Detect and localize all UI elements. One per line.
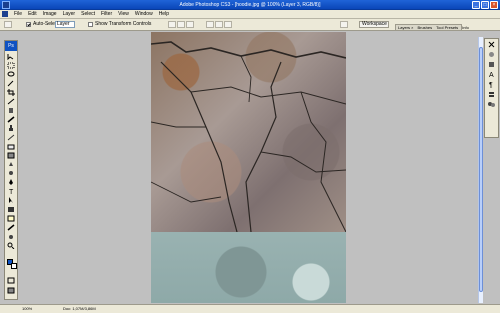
blur-tool-icon[interactable] xyxy=(5,161,17,169)
notes-tool-icon[interactable] xyxy=(5,215,17,223)
auto-select-dropdown[interactable]: Layer xyxy=(55,21,75,28)
background-color-swatch[interactable] xyxy=(11,263,17,269)
healing-brush-tool-icon[interactable] xyxy=(5,107,17,115)
path-selection-tool-icon[interactable] xyxy=(5,197,17,205)
tab-brushes[interactable]: Brushes xyxy=(415,25,434,30)
hand-tool-icon[interactable] xyxy=(5,233,17,241)
eyedropper-tool-icon[interactable] xyxy=(5,224,17,232)
eraser-tool-icon[interactable] xyxy=(5,143,17,151)
toolbox: Ps T xyxy=(4,40,18,300)
layers-panel-icon[interactable] xyxy=(485,90,498,99)
brush-tool-icon[interactable] xyxy=(5,116,17,124)
maximize-button[interactable]: □ xyxy=(481,1,489,9)
crack-lines xyxy=(151,41,346,233)
menu-window[interactable]: Window xyxy=(132,11,156,17)
title-bar: Adobe Photoshop CS3 - [hoodie.jpg @ 100%… xyxy=(0,0,500,10)
menu-image[interactable]: Image xyxy=(40,11,60,17)
app-menu-icon[interactable] xyxy=(2,11,8,17)
collapsed-panel-dock: A ¶ xyxy=(484,38,499,138)
cracked-texture-layer xyxy=(151,32,346,233)
tab-layers[interactable]: Layers × xyxy=(396,25,415,30)
document-size: Doc: 1,07M/3,86M xyxy=(63,306,96,311)
menu-filter[interactable]: Filter xyxy=(98,11,115,17)
gradient-tool-icon[interactable] xyxy=(5,152,17,160)
ps-badge-icon: Ps xyxy=(5,41,17,51)
window-controls: _ □ × xyxy=(472,1,498,9)
auto-select-checkbox[interactable] xyxy=(26,22,31,27)
menu-view[interactable]: View xyxy=(115,11,132,17)
scrollbar-thumb[interactable] xyxy=(479,47,483,292)
vertical-scrollbar[interactable] xyxy=(478,37,483,303)
tab-tool-presets[interactable]: Tool Presets xyxy=(434,25,460,30)
palette-well: Layers × Brushes Tool Presets Info xyxy=(395,24,469,31)
align-center-icon[interactable] xyxy=(215,21,223,28)
align-bottom-icon[interactable] xyxy=(186,21,194,28)
move-tool-preset-icon[interactable] xyxy=(4,21,12,28)
minimize-button[interactable]: _ xyxy=(472,1,480,9)
svg-text:T: T xyxy=(9,189,14,195)
channels-panel-icon[interactable] xyxy=(485,100,498,109)
align-left-icon[interactable] xyxy=(206,21,214,28)
quick-mask-icon[interactable] xyxy=(5,277,17,285)
type-tool-icon[interactable]: T xyxy=(5,188,17,196)
menu-bar: File Edit Image Layer Select Filter View… xyxy=(0,10,500,19)
show-transform-checkbox[interactable] xyxy=(88,22,93,27)
status-bar: 100% Doc: 1,07M/3,86M xyxy=(0,304,500,313)
menu-help[interactable]: Help xyxy=(156,11,172,17)
slice-tool-icon[interactable] xyxy=(5,98,17,106)
move-tool-icon[interactable] xyxy=(5,53,17,61)
svg-text:A: A xyxy=(489,72,494,78)
shape-tool-icon[interactable] xyxy=(5,206,17,214)
paragraph-panel-icon[interactable]: ¶ xyxy=(485,80,498,89)
tab-info[interactable]: Info xyxy=(460,25,471,30)
crop-tool-icon[interactable] xyxy=(5,89,17,97)
clone-stamp-tool-icon[interactable] xyxy=(5,125,17,133)
character-panel-icon[interactable]: A xyxy=(485,70,498,79)
zoom-tool-icon[interactable] xyxy=(5,242,17,250)
menu-layer[interactable]: Layer xyxy=(60,11,79,17)
screen-mode-icon[interactable] xyxy=(5,287,17,295)
navigator-panel-icon[interactable] xyxy=(485,40,498,49)
dodge-tool-icon[interactable] xyxy=(5,170,17,178)
window-title: Adobe Photoshop CS3 - [hoodie.jpg @ 100%… xyxy=(179,2,321,8)
document-canvas[interactable] xyxy=(151,32,346,303)
pen-tool-icon[interactable] xyxy=(5,179,17,187)
close-button[interactable]: × xyxy=(490,1,498,9)
swatches-panel-icon[interactable] xyxy=(485,60,498,69)
marquee-tool-icon[interactable] xyxy=(5,62,17,70)
svg-text:¶: ¶ xyxy=(489,82,493,88)
align-middle-icon[interactable] xyxy=(177,21,185,28)
align-right-icon[interactable] xyxy=(224,21,232,28)
zoom-level[interactable]: 100% xyxy=(22,305,32,313)
history-brush-tool-icon[interactable] xyxy=(5,134,17,142)
workspace-dropdown[interactable]: Workspace xyxy=(359,21,389,28)
magic-wand-tool-icon[interactable] xyxy=(5,80,17,88)
menu-edit[interactable]: Edit xyxy=(25,11,40,17)
color-panel-icon[interactable] xyxy=(485,50,498,59)
show-transform-label: Show Transform Controls xyxy=(95,21,152,27)
align-top-icon[interactable] xyxy=(168,21,176,28)
menu-select[interactable]: Select xyxy=(78,11,98,17)
lasso-tool-icon[interactable] xyxy=(5,71,17,79)
panel-toggle-icon[interactable] xyxy=(340,21,348,28)
menu-file[interactable]: File xyxy=(11,11,25,17)
